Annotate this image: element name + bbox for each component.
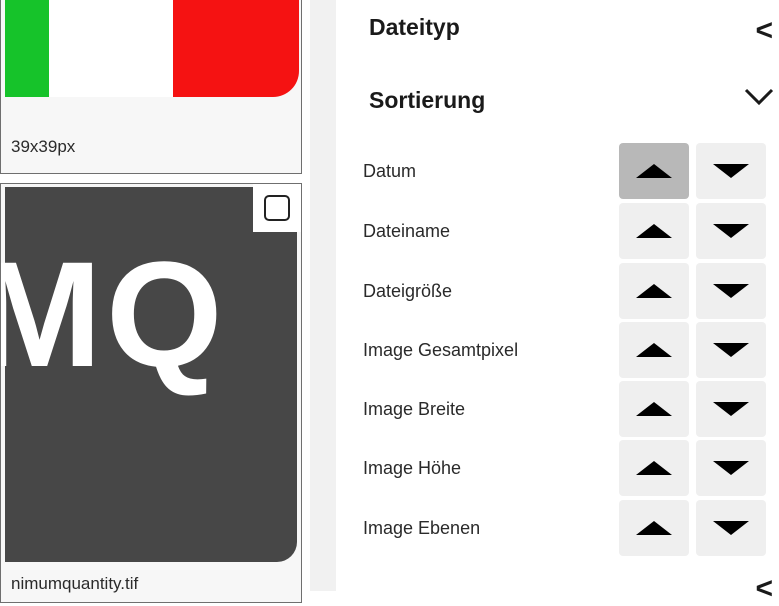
- file-caption: nimumquantity.tif: [11, 574, 139, 593]
- sort-desc-button[interactable]: [696, 381, 766, 437]
- sort-label: Image Breite: [363, 399, 466, 419]
- sort-desc-button[interactable]: [696, 440, 766, 496]
- triangle-down-icon: [713, 461, 749, 475]
- sort-asc-button[interactable]: [619, 203, 689, 259]
- sort-asc-button[interactable]: [619, 143, 689, 199]
- sort-label: Image Ebenen: [363, 518, 481, 538]
- sort-row-datum: Datum: [363, 143, 773, 199]
- pane-divider[interactable]: [310, 0, 336, 591]
- sort-desc-button[interactable]: [696, 203, 766, 259]
- sort-row-dateigroesse: Dateigröße: [363, 263, 773, 319]
- file-card[interactable]: 39x39px: [0, 0, 302, 174]
- sort-row-gesamtpixel: Image Gesamtpixel: [363, 322, 773, 378]
- triangle-down-icon: [713, 284, 749, 298]
- triangle-down-icon: [713, 224, 749, 238]
- triangle-down-icon: [713, 402, 749, 416]
- sort-row-dateiname: Dateiname: [363, 203, 773, 259]
- sort-label: Image Gesamtpixel: [363, 340, 519, 360]
- filter-panel: Dateityp < Sortierung Datum Dateiname Da…: [336, 0, 779, 605]
- sort-label: Dateiname: [363, 221, 451, 241]
- sort-row-breite: Image Breite: [363, 381, 773, 437]
- triangle-up-icon: [636, 461, 672, 475]
- thumbnail-text: MQ: [0, 230, 227, 398]
- chevron-left-icon[interactable]: <: [755, 14, 773, 48]
- file-thumbnail[interactable]: MQ: [1, 187, 297, 562]
- sort-asc-button[interactable]: [619, 322, 689, 378]
- chevron-left-icon[interactable]: <: [755, 572, 773, 606]
- sort-label: Datum: [363, 161, 417, 181]
- file-grid: 39x39px MQ nimumquantity.tif: [0, 0, 310, 603]
- sort-asc-button[interactable]: [619, 500, 689, 556]
- sort-label: Dateigröße: [363, 281, 453, 301]
- file-card[interactable]: MQ nimumquantity.tif: [0, 183, 302, 603]
- sort-desc-button[interactable]: [696, 322, 766, 378]
- triangle-down-icon: [713, 343, 749, 357]
- triangle-up-icon: [636, 284, 672, 298]
- file-caption: 39x39px: [11, 137, 76, 156]
- triangle-down-icon: [713, 164, 749, 178]
- chevron-down-icon[interactable]: [743, 84, 775, 113]
- triangle-up-icon: [636, 164, 672, 178]
- sort-desc-button[interactable]: [696, 263, 766, 319]
- section-dateityp-header[interactable]: Dateityp: [369, 14, 460, 41]
- sort-row-ebenen: Image Ebenen: [363, 500, 773, 556]
- sort-asc-button[interactable]: [619, 381, 689, 437]
- triangle-up-icon: [636, 343, 672, 357]
- section-sortierung-header[interactable]: Sortierung: [369, 87, 485, 114]
- file-thumbnail[interactable]: [5, 0, 299, 97]
- sort-desc-button[interactable]: [696, 143, 766, 199]
- sort-desc-button[interactable]: [696, 500, 766, 556]
- sort-label: Image Höhe: [363, 458, 462, 478]
- triangle-up-icon: [636, 224, 672, 238]
- triangle-up-icon: [636, 521, 672, 535]
- sort-asc-button[interactable]: [619, 263, 689, 319]
- sort-row-hoehe: Image Höhe: [363, 440, 773, 496]
- triangle-down-icon: [713, 521, 749, 535]
- select-checkbox[interactable]: [253, 184, 301, 232]
- sort-asc-button[interactable]: [619, 440, 689, 496]
- triangle-up-icon: [636, 402, 672, 416]
